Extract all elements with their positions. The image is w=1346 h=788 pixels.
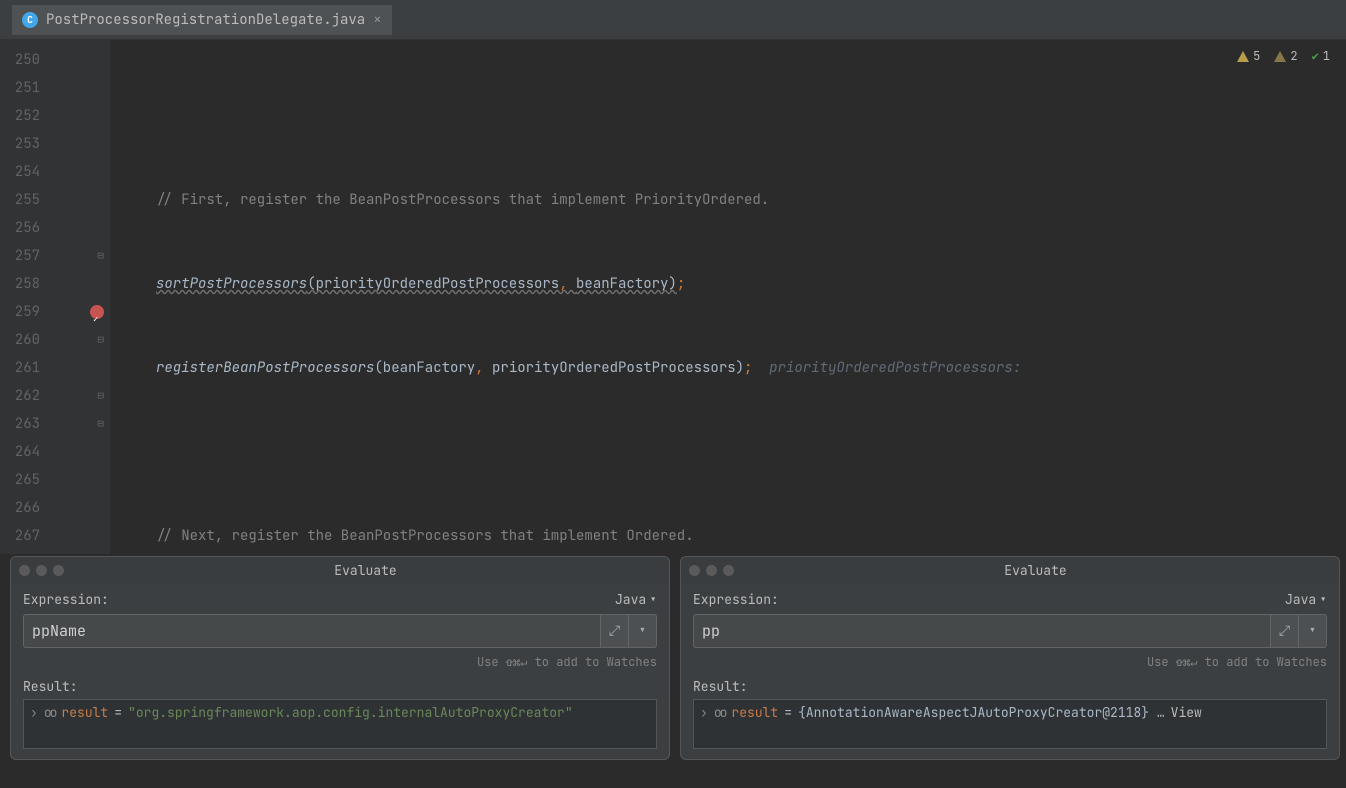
weak-warning-icon <box>1274 51 1286 62</box>
java-class-icon: C <box>22 12 38 28</box>
result-row[interactable]: › oo result = {AnnotationAwareAspectJAut… <box>700 704 1320 721</box>
fold-icon[interactable]: ⊟ <box>97 242 104 270</box>
watches-hint: Use ⇧⌘↵ to add to Watches <box>693 654 1327 670</box>
expression-label: Expression: <box>693 591 779 608</box>
inspection-badges: 5 2 ✔ 1 <box>1237 48 1330 64</box>
result-label: Result: <box>693 678 1327 695</box>
language-picker[interactable]: Java▾ <box>615 591 657 608</box>
tab-bar: C PostProcessorRegistrationDelegate.java… <box>0 0 1346 40</box>
close-dot-icon[interactable] <box>19 565 30 576</box>
close-icon[interactable]: × <box>373 11 381 29</box>
weak-warning-badge[interactable]: 2 <box>1274 48 1297 64</box>
expand-icon[interactable]: ⤢ <box>601 614 629 648</box>
fold-end-icon[interactable]: ⊟ <box>97 410 104 438</box>
zoom-dot-icon[interactable] <box>723 565 734 576</box>
chevron-down-icon: ▾ <box>1319 591 1327 608</box>
code-content[interactable]: // First, register the BeanPostProcessor… <box>110 40 1346 554</box>
fold-end-icon[interactable]: ⊟ <box>97 382 104 410</box>
evaluate-title: Evaluate <box>740 562 1331 579</box>
ok-badge[interactable]: ✔ 1 <box>1312 48 1330 64</box>
evaluate-panels: Evaluate Expression: Java▾ ⤢ ▾ Use ⇧⌘↵ t… <box>10 556 1340 760</box>
evaluate-title: Evaluate <box>70 562 661 579</box>
chevron-down-icon: ▾ <box>649 591 657 608</box>
minimize-dot-icon[interactable] <box>706 565 717 576</box>
tab-filename: PostProcessorRegistrationDelegate.java <box>46 11 365 29</box>
warning-icon <box>1237 51 1249 62</box>
language-picker[interactable]: Java▾ <box>1285 591 1327 608</box>
window-controls[interactable] <box>689 565 734 576</box>
result-label: Result: <box>23 678 657 695</box>
history-dropdown[interactable]: ▾ <box>629 614 657 648</box>
close-dot-icon[interactable] <box>689 565 700 576</box>
breakpoint-icon[interactable] <box>90 305 104 319</box>
expression-input[interactable] <box>23 614 601 648</box>
expression-label: Expression: <box>23 591 109 608</box>
result-tree[interactable]: › oo result = "org.springframework.aop.c… <box>23 699 657 749</box>
evaluate-titlebar[interactable]: Evaluate <box>11 557 669 583</box>
chevron-right-icon[interactable]: › <box>700 704 708 721</box>
checkmark-icon: ✔ <box>1312 48 1319 64</box>
evaluate-panel-right: Evaluate Expression: Java▾ ⤢ ▾ Use ⇧⌘↵ t… <box>680 556 1340 760</box>
watches-hint: Use ⇧⌘↵ to add to Watches <box>23 654 657 670</box>
code-editor[interactable]: 5 2 ✔ 1 250 251 252 253 254 255 256 257 … <box>0 40 1346 554</box>
editor-tab[interactable]: C PostProcessorRegistrationDelegate.java… <box>12 5 392 35</box>
evaluate-panel-left: Evaluate Expression: Java▾ ⤢ ▾ Use ⇧⌘↵ t… <box>10 556 670 760</box>
glasses-icon: oo <box>714 704 726 721</box>
evaluate-titlebar[interactable]: Evaluate <box>681 557 1339 583</box>
marker-gutter: ⊟ ⊟ ⊟ ⊟ <box>50 40 110 554</box>
warning-badge[interactable]: 5 <box>1237 48 1260 64</box>
view-link[interactable]: View <box>1171 704 1202 721</box>
minimize-dot-icon[interactable] <box>36 565 47 576</box>
result-tree[interactable]: › oo result = {AnnotationAwareAspectJAut… <box>693 699 1327 749</box>
glasses-icon: oo <box>44 704 56 721</box>
chevron-right-icon[interactable]: › <box>30 704 38 721</box>
window-controls[interactable] <box>19 565 64 576</box>
history-dropdown[interactable]: ▾ <box>1299 614 1327 648</box>
line-number-gutter: 250 251 252 253 254 255 256 257 258 259 … <box>0 40 50 554</box>
zoom-dot-icon[interactable] <box>53 565 64 576</box>
expression-input[interactable] <box>693 614 1271 648</box>
result-row[interactable]: › oo result = "org.springframework.aop.c… <box>30 704 650 721</box>
expand-icon[interactable]: ⤢ <box>1271 614 1299 648</box>
